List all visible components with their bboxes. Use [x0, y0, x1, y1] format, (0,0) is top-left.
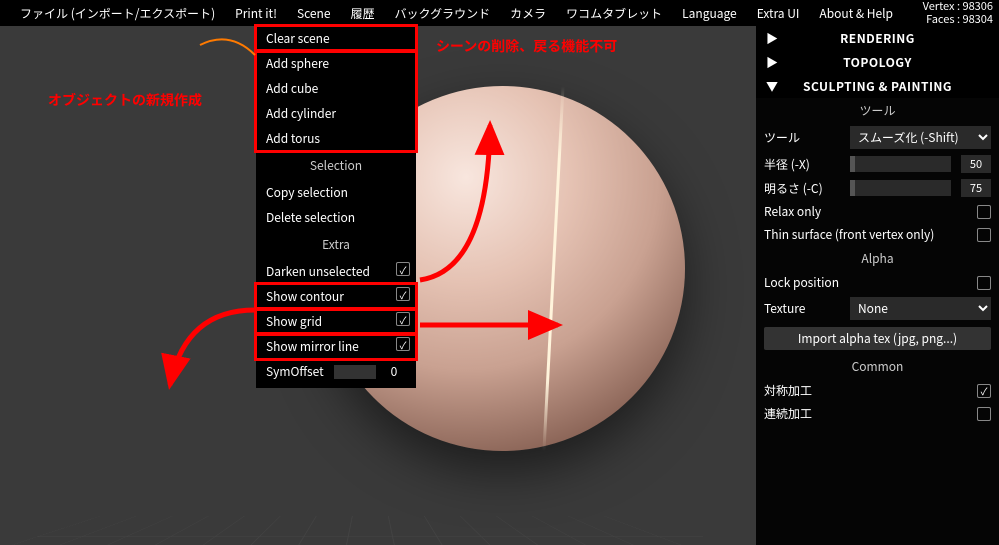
dd-show-grid[interactable]: Show grid [256, 309, 416, 334]
brightness-label: 明るさ (-C) [764, 180, 844, 197]
chevron-down-icon: ▼ [766, 78, 779, 95]
dd-show-contour[interactable]: Show contour [256, 284, 416, 309]
thin-check[interactable] [977, 228, 991, 242]
menu-file[interactable]: ファイル (インポート/エクスポート) [10, 5, 225, 22]
texture-label: Texture [764, 300, 844, 317]
radius-slider[interactable] [850, 156, 951, 172]
faces-label: Faces : [926, 11, 962, 27]
annotation-scene-delete: シーンの削除、戻る機能不可 [436, 36, 617, 56]
dd-mirror-check[interactable] [396, 337, 410, 351]
panel-topology-title: TOPOLOGY [843, 54, 912, 71]
dd-grid-check[interactable] [396, 312, 410, 326]
menu-extraui[interactable]: Extra UI [747, 5, 810, 22]
floor-grid [0, 516, 756, 545]
dd-add-torus[interactable]: Add torus [256, 126, 416, 151]
menu-about[interactable]: About & Help [809, 5, 903, 22]
dd-symoffset-value: 0 [382, 363, 406, 380]
chevron-right-icon: ▶ [766, 54, 779, 71]
dd-grid-label: Show grid [266, 313, 322, 330]
panel-sculpting-title: SCULPTING & PAINTING [803, 78, 952, 95]
menu-scene[interactable]: Scene [287, 5, 341, 22]
tool-label: ツール [764, 129, 844, 146]
menu-language[interactable]: Language [672, 5, 747, 22]
menu-camera[interactable]: カメラ [500, 5, 556, 22]
panel-topology[interactable]: ▶ TOPOLOGY [756, 50, 999, 74]
import-alpha-button[interactable]: Import alpha tex (jpg, png...) [764, 327, 991, 350]
annotation-new-object: オブジェクトの新規作成 [48, 90, 202, 110]
alpha-section-header: Alpha [756, 246, 999, 271]
continuous-label: 連続加工 [764, 405, 971, 422]
relax-label: Relax only [764, 203, 971, 220]
panel-sculpting[interactable]: ▼ SCULPTING & PAINTING [756, 74, 999, 98]
brightness-slider[interactable] [850, 180, 951, 196]
radius-label: 半径 (-X) [764, 156, 844, 173]
dd-clear-scene[interactable]: Clear scene [256, 26, 416, 51]
symmetry-label: 対称加工 [764, 382, 971, 399]
panel-rendering[interactable]: ▶ RENDERING [756, 26, 999, 50]
scene-stats: Vertex : 98306 Faces : 98304 [923, 0, 993, 26]
dd-symoffset[interactable]: SymOffset 0 [256, 359, 416, 384]
dd-darken-label: Darken unselected [266, 263, 370, 280]
dd-darken-check[interactable] [396, 262, 410, 276]
dd-copy-selection[interactable]: Copy selection [256, 180, 416, 205]
brightness-value: 75 [961, 179, 991, 197]
chevron-right-icon: ▶ [766, 30, 779, 47]
thin-label: Thin surface (front vertex only) [764, 226, 971, 243]
relax-check[interactable] [977, 205, 991, 219]
dd-show-mirror[interactable]: Show mirror line [256, 334, 416, 359]
dd-delete-selection[interactable]: Delete selection [256, 205, 416, 230]
menu-tablet[interactable]: ワコムタブレット [556, 5, 672, 22]
tool-select[interactable]: スムーズ化 (-Shift) [850, 126, 991, 149]
dd-contour-check[interactable] [396, 287, 410, 301]
menu-print[interactable]: Print it! [225, 5, 287, 22]
dd-mirror-label: Show mirror line [266, 338, 359, 355]
faces-count: 98304 [962, 11, 993, 27]
dd-symoffset-slider[interactable] [334, 365, 376, 379]
continuous-check[interactable] [977, 407, 991, 421]
symmetry-check[interactable] [977, 384, 991, 398]
lockpos-label: Lock position [764, 274, 971, 291]
dd-add-cylinder[interactable]: Add cylinder [256, 101, 416, 126]
panel-rendering-title: RENDERING [840, 30, 915, 47]
dd-symoffset-label: SymOffset [266, 363, 324, 380]
common-section-header: Common [756, 354, 999, 379]
menu-history[interactable]: 履歴 [341, 5, 385, 22]
dd-darken-unselected[interactable]: Darken unselected [256, 259, 416, 284]
scene-dropdown: Clear scene Add sphere Add cube Add cyli… [256, 26, 416, 388]
dd-contour-label: Show contour [266, 288, 344, 305]
dd-add-sphere[interactable]: Add sphere [256, 51, 416, 76]
dd-add-cube[interactable]: Add cube [256, 76, 416, 101]
texture-select[interactable]: None [850, 297, 991, 320]
tool-section-header: ツール [756, 98, 999, 123]
dd-selection-header: Selection [256, 151, 416, 180]
dd-extra-header: Extra [256, 230, 416, 259]
menubar: ファイル (インポート/エクスポート) Print it! Scene 履歴 バ… [0, 0, 999, 26]
lockpos-check[interactable] [977, 276, 991, 290]
menu-background[interactable]: バックグラウンド [385, 5, 501, 22]
radius-value: 50 [961, 155, 991, 173]
side-panel: ▶ RENDERING ▶ TOPOLOGY ▼ SCULPTING & PAI… [756, 26, 999, 545]
